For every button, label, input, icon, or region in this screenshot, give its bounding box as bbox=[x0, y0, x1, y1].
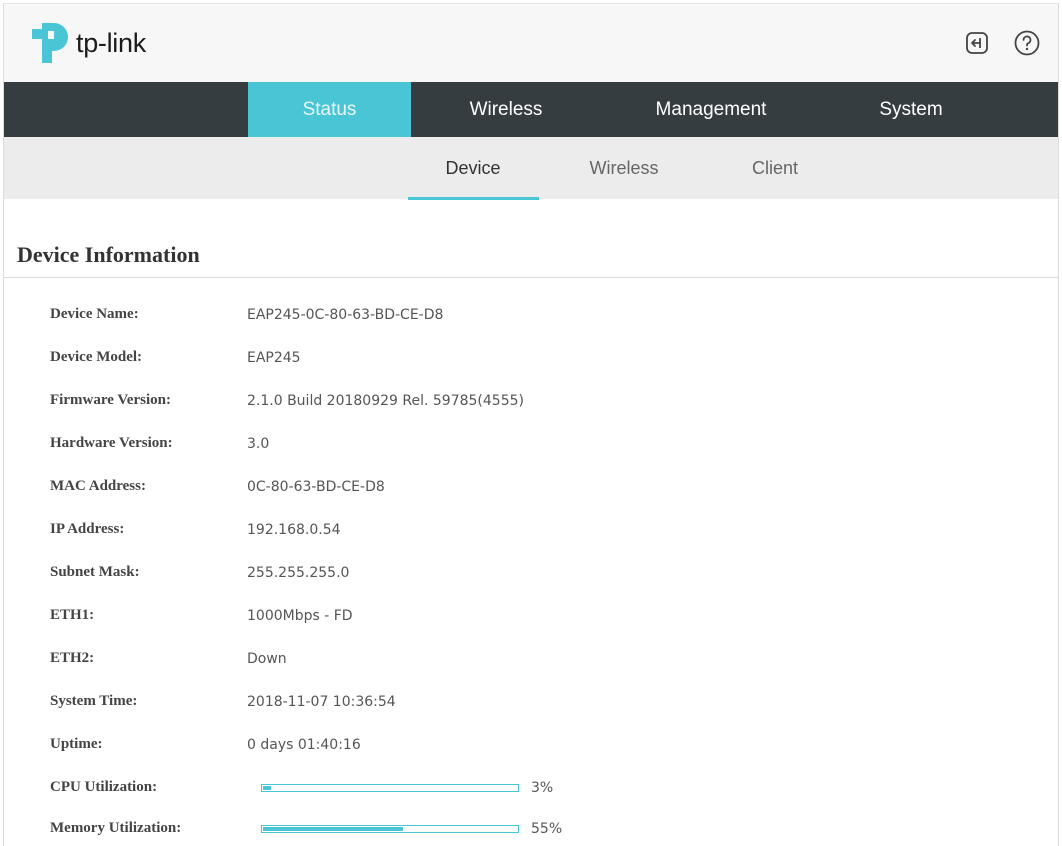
info-row-eth1: ETH1: 1000Mbps - FD bbox=[4, 603, 1058, 633]
info-value: Down bbox=[247, 651, 287, 667]
info-label: ETH1: bbox=[50, 607, 95, 623]
tab-wireless[interactable]: Wireless bbox=[411, 82, 601, 137]
info-row-subnet-mask: Subnet Mask: 255.255.255.0 bbox=[4, 560, 1058, 590]
cpu-progress-bar bbox=[261, 784, 519, 792]
top-header: tp-link bbox=[4, 4, 1058, 82]
info-label: MAC Address: bbox=[50, 478, 146, 494]
memory-percent: 55% bbox=[531, 821, 563, 837]
info-label: Hardware Version: bbox=[50, 435, 173, 451]
tab-management[interactable]: Management bbox=[601, 82, 821, 137]
info-row-cpu-utilization: CPU Utilization: 3% bbox=[4, 775, 1058, 805]
section-divider bbox=[4, 277, 1058, 278]
tab-status[interactable]: Status bbox=[248, 82, 411, 137]
info-label: CPU Utilization: bbox=[50, 779, 158, 795]
info-value: 0C-80-63-BD-CE-D8 bbox=[247, 479, 385, 495]
tab-label: Management bbox=[655, 98, 767, 120]
info-row-uptime: Uptime: 0 days 01:40:16 bbox=[4, 732, 1058, 762]
info-value: 3.0 bbox=[247, 436, 270, 452]
brand-logo: tp-link bbox=[26, 21, 146, 65]
subtab-label: Wireless bbox=[589, 157, 659, 178]
info-value: 2018-11-07 10:36:54 bbox=[247, 694, 396, 710]
info-label: System Time: bbox=[50, 693, 138, 709]
sub-nav: Device Wireless Client bbox=[4, 137, 1058, 200]
help-icon[interactable] bbox=[1010, 26, 1044, 60]
tab-label: Status bbox=[302, 98, 357, 120]
info-row-firmware-version: Firmware Version: 2.1.0 Build 20180929 R… bbox=[4, 388, 1058, 418]
info-value: EAP245-0C-80-63-BD-CE-D8 bbox=[247, 307, 444, 323]
info-row-device-name: Device Name: EAP245-0C-80-63-BD-CE-D8 bbox=[4, 302, 1058, 332]
tab-label: System bbox=[879, 98, 943, 120]
active-tab-indicator bbox=[408, 197, 539, 200]
info-value: 192.168.0.54 bbox=[247, 522, 341, 538]
info-row-device-model: Device Model: EAP245 bbox=[4, 345, 1058, 375]
subtab-wireless[interactable]: Wireless bbox=[564, 137, 684, 199]
tab-system[interactable]: System bbox=[821, 82, 1001, 137]
info-row-memory-utilization: Memory Utilization: 55% bbox=[4, 816, 1058, 846]
info-row-system-time: System Time: 2018-11-07 10:36:54 bbox=[4, 689, 1058, 719]
info-row-hardware-version: Hardware Version: 3.0 bbox=[4, 431, 1058, 461]
cpu-percent: 3% bbox=[531, 780, 554, 796]
main-nav: Status Wireless Management System bbox=[4, 82, 1058, 137]
tab-label: Wireless bbox=[469, 98, 543, 120]
info-label: Device Name: bbox=[50, 306, 139, 322]
info-label: Uptime: bbox=[50, 736, 103, 752]
info-label: Firmware Version: bbox=[50, 392, 171, 408]
tp-link-logo-icon bbox=[32, 23, 68, 63]
info-label: ETH2: bbox=[50, 650, 95, 666]
info-value: 2.1.0 Build 20180929 Rel. 59785(4555) bbox=[247, 393, 524, 409]
memory-progress-bar bbox=[261, 825, 519, 833]
info-label: Memory Utilization: bbox=[50, 820, 182, 836]
app-window: tp-link Status Wireless Management Syste… bbox=[3, 3, 1059, 846]
brand-name: tp-link bbox=[76, 27, 146, 58]
logout-icon[interactable] bbox=[960, 26, 994, 60]
info-value: 1000Mbps - FD bbox=[247, 608, 353, 624]
subtab-device[interactable]: Device bbox=[408, 137, 538, 199]
section-title: Device Information bbox=[17, 242, 200, 267]
info-label: Device Model: bbox=[50, 349, 143, 365]
info-row-mac-address: MAC Address: 0C-80-63-BD-CE-D8 bbox=[4, 474, 1058, 504]
info-value: EAP245 bbox=[247, 350, 301, 366]
info-label: IP Address: bbox=[50, 521, 125, 537]
info-row-ip-address: IP Address: 192.168.0.54 bbox=[4, 517, 1058, 547]
info-value: 255.255.255.0 bbox=[247, 565, 350, 581]
info-row-eth2: ETH2: Down bbox=[4, 646, 1058, 676]
info-label: Subnet Mask: bbox=[50, 564, 140, 580]
progress-fill bbox=[263, 786, 271, 790]
progress-fill bbox=[263, 827, 403, 831]
subtab-client[interactable]: Client bbox=[720, 137, 830, 199]
info-value: 0 days 01:40:16 bbox=[247, 737, 361, 753]
subtab-label: Client bbox=[751, 157, 799, 178]
subtab-label: Device bbox=[445, 157, 501, 178]
